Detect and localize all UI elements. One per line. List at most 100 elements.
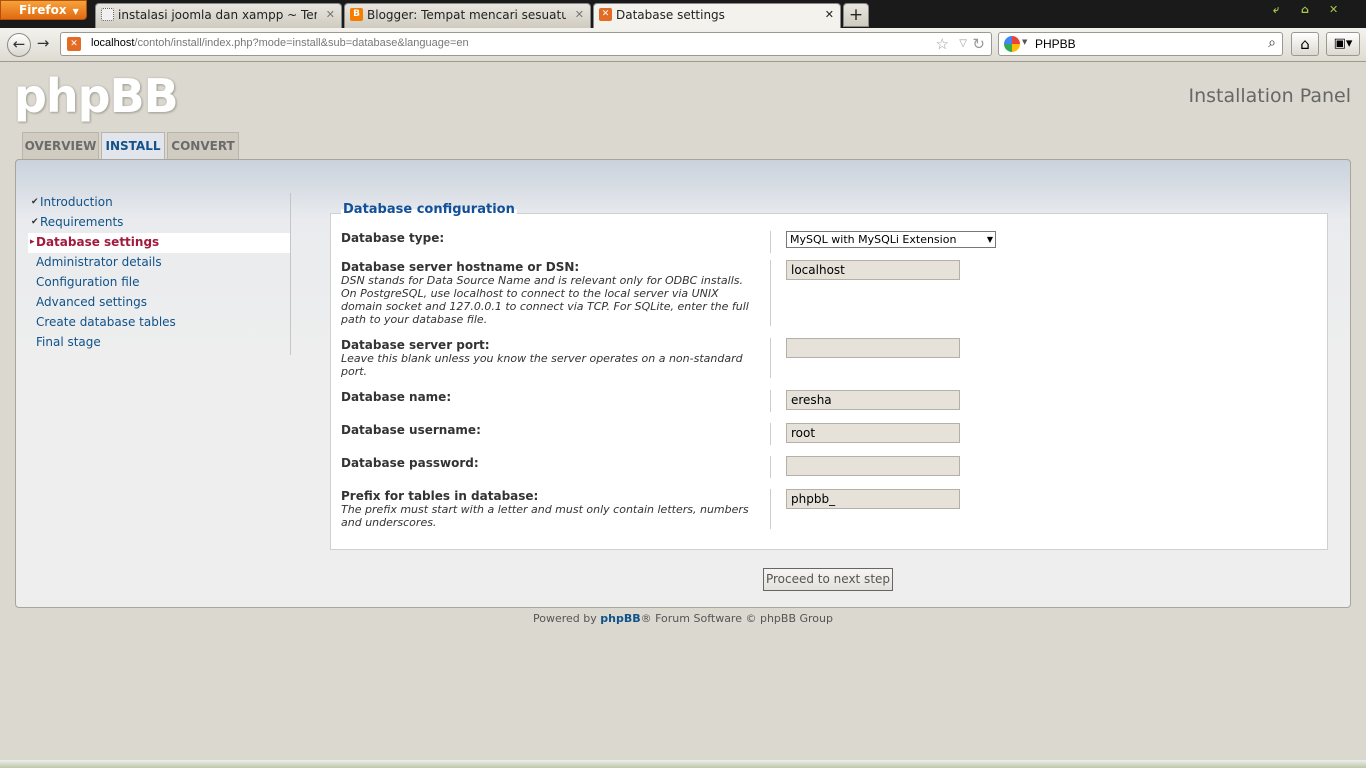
menu-item-administrator-details[interactable]: Administrator details xyxy=(28,253,290,273)
browser-tab-3[interactable]: ✕ Database settings ✕ xyxy=(593,3,841,29)
db-user-label: Database username: xyxy=(341,423,771,445)
site-favicon-icon: ✕ xyxy=(67,37,81,51)
page-footer: Powered by phpBB® Forum Software © phpBB… xyxy=(0,612,1366,625)
install-panel: ✔ Introduction ✔ Requirements ▸ Database se… xyxy=(15,159,1351,608)
footer-prefix: Powered by xyxy=(533,612,601,625)
new-tab-button[interactable]: + xyxy=(843,3,869,27)
address-text[interactable]: localhost/contoh/install/index.php?mode=… xyxy=(91,37,469,49)
search-bar[interactable]: ▼ PHPBB ⌕ xyxy=(998,32,1283,56)
bookmark-star-icon[interactable]: ☆ xyxy=(936,35,949,53)
db-prefix-label: Prefix for tables in database: The prefix… xyxy=(341,489,771,529)
menu-item-label: Create database tables xyxy=(36,315,176,329)
select-value: MySQL with MySQLi Extension xyxy=(790,233,957,246)
database-config-fieldset: Database type: MySQL with MySQLi Extensi… xyxy=(330,213,1328,550)
browser-tab-strip: Firefox ▼ instalasi joomla dan xampp ~ Te… xyxy=(0,0,1366,29)
menu-item-configuration-file[interactable]: Configuration file xyxy=(28,273,290,293)
arrow-right-icon: → xyxy=(36,34,50,52)
db-type-select[interactable]: MySQL with MySQLi Extension ▼ xyxy=(786,231,996,248)
menu-item-label: Advanced settings xyxy=(36,295,147,309)
field-label: Database username: xyxy=(341,423,481,437)
phpbb-logo[interactable]: phpBB xyxy=(14,69,179,123)
google-icon xyxy=(1004,36,1020,52)
field-label: Database password: xyxy=(341,456,479,470)
menu-item-advanced-settings[interactable]: Advanced settings xyxy=(28,293,290,313)
db-pass-label: Database password: xyxy=(341,456,771,478)
menu-item-database-settings[interactable]: ▸ Database settings xyxy=(28,233,290,253)
extension-button[interactable]: ▣▾ xyxy=(1326,32,1360,56)
db-prefix-input[interactable]: phpbb_ xyxy=(786,489,960,509)
field-label: Database type: xyxy=(341,231,445,245)
db-name-input[interactable]: eresha xyxy=(786,390,960,410)
db-password-input[interactable] xyxy=(786,456,960,476)
tab-install[interactable]: INSTALL xyxy=(101,132,165,161)
restore-icon[interactable]: ⌂ xyxy=(1301,3,1309,16)
fieldset-legend: Database configuration xyxy=(341,202,517,217)
db-port-input[interactable] xyxy=(786,338,960,358)
page-title: Installation Panel xyxy=(1188,85,1351,107)
field-help: The prefix must start with a letter and … xyxy=(341,503,749,529)
menu-item-label: Requirements xyxy=(40,215,124,229)
menu-item-label: Database settings xyxy=(36,235,160,249)
menu-item-final-stage[interactable]: Final stage xyxy=(28,333,290,353)
minimize-icon[interactable]: ⤶ xyxy=(1273,3,1279,17)
tab-overview[interactable]: OVERVIEW xyxy=(22,132,99,160)
menu-item-requirements[interactable]: ✔ Requirements xyxy=(28,213,290,233)
phpbb-link[interactable]: phpBB xyxy=(600,612,640,625)
search-input[interactable]: PHPBB xyxy=(1035,37,1076,51)
tab-title: instalasi joomla dan xampp ~ Tempat men.… xyxy=(118,8,317,22)
menu-item-introduction[interactable]: ✔ Introduction xyxy=(28,193,290,213)
install-step-menu: ✔ Introduction ✔ Requirements ▸ Database se… xyxy=(28,193,291,355)
browser-tab-1[interactable]: instalasi joomla dan xampp ~ Tempat men.… xyxy=(95,3,342,28)
home-icon: ⌂ xyxy=(1300,35,1310,53)
db-host-label: Database server hostname or DSN: DSN stan… xyxy=(341,260,771,326)
xampp-icon: ✕ xyxy=(599,8,612,21)
forward-button[interactable]: → xyxy=(33,33,53,57)
firefox-menu-label: Firefox xyxy=(19,3,67,17)
blogger-icon: B xyxy=(350,8,363,21)
dropdown-arrow-icon[interactable]: ▽ xyxy=(959,38,967,49)
url-host: localhost xyxy=(91,37,135,49)
close-icon[interactable]: ✕ xyxy=(825,4,834,26)
tab-convert[interactable]: CONVERT xyxy=(167,132,239,160)
search-icon[interactable]: ⌕ xyxy=(1268,35,1276,51)
firefox-menu-button[interactable]: Firefox ▼ xyxy=(0,0,87,20)
reload-icon[interactable]: ↻ xyxy=(972,35,985,53)
close-icon[interactable]: ✕ xyxy=(326,4,335,26)
field-label: Database server port: xyxy=(341,338,490,352)
menu-item-create-database-tables[interactable]: Create database tables xyxy=(28,313,290,333)
db-port-label: Database server port: Leave this blank un… xyxy=(341,338,771,378)
field-help: Leave this blank unless you know the ser… xyxy=(341,352,743,378)
field-help: DSN stands for Data Source Name and is r… xyxy=(341,274,749,326)
field-label: Database server hostname or DSN: xyxy=(341,260,580,274)
home-button[interactable]: ⌂ xyxy=(1291,32,1319,56)
field-label: Database name: xyxy=(341,390,452,404)
tab-title: Blogger: Tempat mencari sesuatu - Buat e… xyxy=(367,8,566,22)
chevron-down-icon[interactable]: ▼ xyxy=(1022,38,1027,46)
db-username-input[interactable]: root xyxy=(786,423,960,443)
plus-icon: + xyxy=(848,5,864,25)
tab-title: Database settings xyxy=(616,8,725,22)
chevron-down-icon: ▼ xyxy=(72,7,79,16)
checkmark-icon: ✔ xyxy=(31,197,39,207)
db-type-label: Database type: xyxy=(341,231,771,253)
browser-navigation-bar: ← → ✕ localhost/contoh/install/index.php… xyxy=(0,28,1366,62)
menu-item-label: Administrator details xyxy=(36,255,162,269)
db-host-input[interactable]: localhost xyxy=(786,260,960,280)
back-button[interactable]: ← xyxy=(7,33,31,57)
blank-page-icon xyxy=(101,8,114,21)
checkmark-icon: ✔ xyxy=(31,217,39,227)
menu-item-label: Configuration file xyxy=(36,275,140,289)
address-bar[interactable]: ✕ localhost/contoh/install/index.php?mod… xyxy=(60,32,992,56)
window-close-icon[interactable]: ✕ xyxy=(1329,3,1338,16)
puzzle-icon: ▣▾ xyxy=(1333,36,1353,51)
url-path: /contoh/install/index.php?mode=install&s… xyxy=(134,37,469,49)
menu-item-label: Introduction xyxy=(40,195,113,209)
phpbb-install-page: phpBB Installation Panel OVERVIEW INSTAL… xyxy=(0,63,1366,768)
arrow-left-icon: ← xyxy=(12,35,26,53)
footer-suffix: ® Forum Software © phpBB Group xyxy=(640,612,833,625)
menu-item-label: Final stage xyxy=(36,335,101,349)
browser-tab-2[interactable]: B Blogger: Tempat mencari sesuatu - Buat… xyxy=(344,3,591,28)
close-icon[interactable]: ✕ xyxy=(575,4,584,26)
proceed-button[interactable]: Proceed to next step xyxy=(763,568,893,591)
arrow-right-icon: ▸ xyxy=(30,237,35,247)
